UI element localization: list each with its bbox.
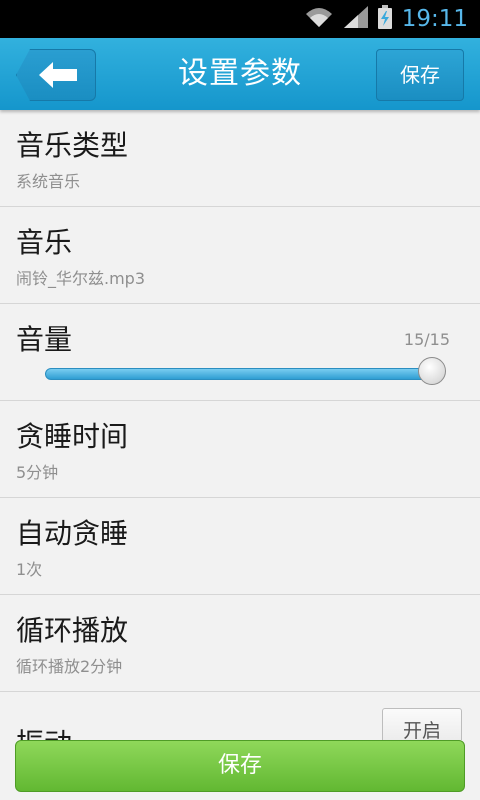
battery-icon [377,5,392,33]
settings-list: 音乐类型 系统音乐 音乐 闹铃_华尔兹.mp3 音量 15/15 贪睡时间 5分… [0,110,480,740]
volume-value: 15/15 [403,330,450,349]
setting-title: 音乐 [16,226,73,259]
setting-title: 贪睡时间 [16,420,129,453]
wifi-icon [304,6,334,32]
setting-title: 音乐类型 [16,129,129,162]
setting-music-type[interactable]: 音乐类型 系统音乐 [0,110,480,207]
setting-value: 循环播放2分钟 [16,657,123,676]
volume-slider-track[interactable] [45,368,435,380]
setting-title: 循环播放 [16,614,129,647]
status-time: 19:11 [401,6,468,32]
setting-loop-play[interactable]: 循环播放 循环播放2分钟 [0,595,480,692]
setting-value: 系统音乐 [16,172,81,191]
status-bar: 19:11 [0,0,480,38]
bottom-bar: 保存 [0,740,480,800]
setting-auto-snooze[interactable]: 自动贪睡 1次 [0,498,480,595]
setting-title: 振动 [16,722,72,740]
header-save-button[interactable]: 保存 [376,49,464,101]
volume-slider-thumb[interactable] [418,357,446,385]
setting-snooze-time[interactable]: 贪睡时间 5分钟 [0,401,480,498]
setting-value: 5分钟 [16,463,59,482]
save-button[interactable]: 保存 [15,740,465,792]
signal-icon [343,6,368,32]
setting-title: 音量 [16,323,73,356]
title-bar: 设置参数 保存 [0,38,480,110]
setting-value: 1次 [16,560,43,579]
vibrate-toggle-button[interactable]: 开启 [382,708,462,740]
setting-music[interactable]: 音乐 闹铃_华尔兹.mp3 [0,207,480,304]
setting-value: 闹铃_华尔兹.mp3 [16,269,146,288]
setting-volume: 音量 15/15 [0,304,480,401]
setting-title: 自动贪睡 [16,517,129,550]
